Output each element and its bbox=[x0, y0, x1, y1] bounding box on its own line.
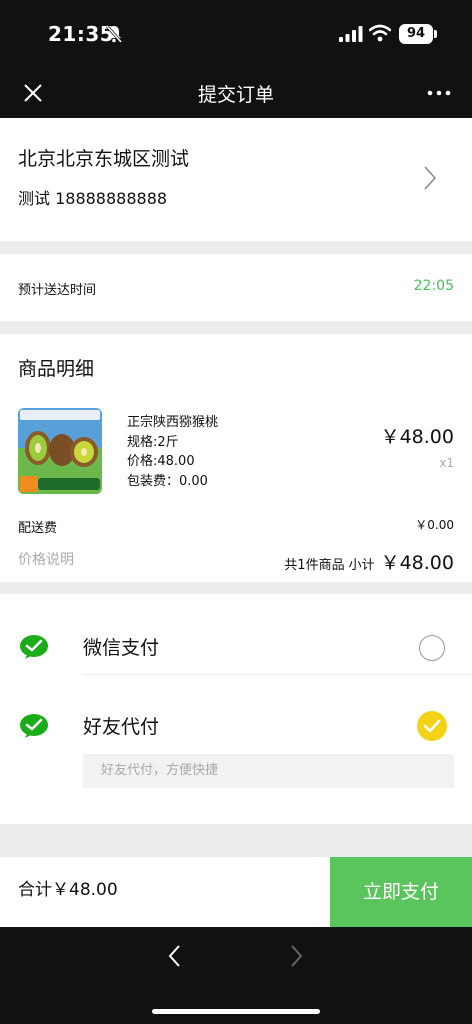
product-quantity: x1 bbox=[439, 456, 454, 470]
bell-muted-icon bbox=[105, 25, 123, 43]
more-options-icon[interactable] bbox=[424, 78, 454, 108]
checkmark-icon bbox=[423, 719, 441, 733]
shipping-fee-value: ￥0.00 bbox=[415, 518, 454, 532]
payment-methods-card: 微信支付 好友代付 好友代付，方便快捷 bbox=[0, 594, 472, 824]
pay-now-button[interactable]: 立即支付 bbox=[330, 857, 472, 927]
delivery-time-row: 预计送达时间 22:05 bbox=[0, 254, 472, 321]
product-image bbox=[18, 408, 102, 494]
delivery-time: 22:05 bbox=[413, 278, 454, 294]
friend-pay-hint: 好友代付，方便快捷 bbox=[83, 754, 454, 788]
subtotal: 共1件商品 小计 ￥48.00 bbox=[284, 548, 454, 575]
shipping-fee-label: 配送费 bbox=[18, 521, 58, 536]
product-name: 正宗陕西猕猴桃 bbox=[127, 415, 219, 430]
product-price: ￥48.00 bbox=[380, 426, 454, 448]
friend-pay-label: 好友代付 bbox=[83, 716, 160, 738]
price-note-link[interactable]: 价格说明 bbox=[18, 549, 74, 569]
delivery-label: 预计送达时间 bbox=[18, 283, 97, 298]
divider bbox=[83, 674, 472, 675]
order-total: 合计￥48.00 bbox=[18, 880, 118, 900]
subtotal-count: 共1件商品 bbox=[284, 558, 345, 573]
checkout-bar: 合计￥48.00 立即支付 bbox=[0, 857, 472, 927]
subtotal-value: ￥48.00 bbox=[380, 552, 454, 574]
status-bar: 21:35 94 bbox=[0, 0, 472, 70]
address-main: 北京北京东城区测试 bbox=[18, 148, 190, 170]
wechat-pay-label: 微信支付 bbox=[83, 637, 160, 659]
browser-toolbar bbox=[0, 927, 472, 1024]
address-card[interactable]: 北京北京东城区测试 测试 18888888888 bbox=[0, 118, 472, 241]
friend-pay-radio-checked[interactable] bbox=[417, 711, 447, 741]
goods-section-title: 商品明细 bbox=[18, 358, 95, 380]
product-packing-fee: 包装费：0.00 bbox=[127, 474, 208, 489]
goods-details-card: 商品明细 正宗陕西猕猴桃 规格:2斤 价格:48.00 包装费：0.00 ￥48… bbox=[0, 334, 472, 582]
wechat-pay-radio[interactable] bbox=[419, 635, 445, 661]
product-unit-price: 价格:48.00 bbox=[127, 454, 195, 469]
forward-arrow-icon bbox=[291, 945, 303, 967]
chevron-right-icon[interactable] bbox=[423, 164, 437, 192]
home-indicator[interactable] bbox=[152, 1009, 320, 1014]
friend-pay-icon bbox=[20, 714, 48, 738]
subtotal-label: 小计 bbox=[348, 558, 375, 573]
wechat-pay-icon bbox=[20, 635, 48, 659]
cellular-signal-icon bbox=[339, 26, 363, 42]
back-arrow-icon[interactable] bbox=[165, 943, 185, 969]
battery-indicator: 94 bbox=[399, 24, 437, 44]
address-contact: 测试 18888888888 bbox=[18, 189, 168, 208]
product-spec: 规格:2斤 bbox=[127, 435, 179, 450]
wifi-icon bbox=[369, 24, 391, 42]
nav-bar: 提交订单 bbox=[0, 70, 472, 118]
page-title: 提交订单 bbox=[197, 84, 274, 106]
